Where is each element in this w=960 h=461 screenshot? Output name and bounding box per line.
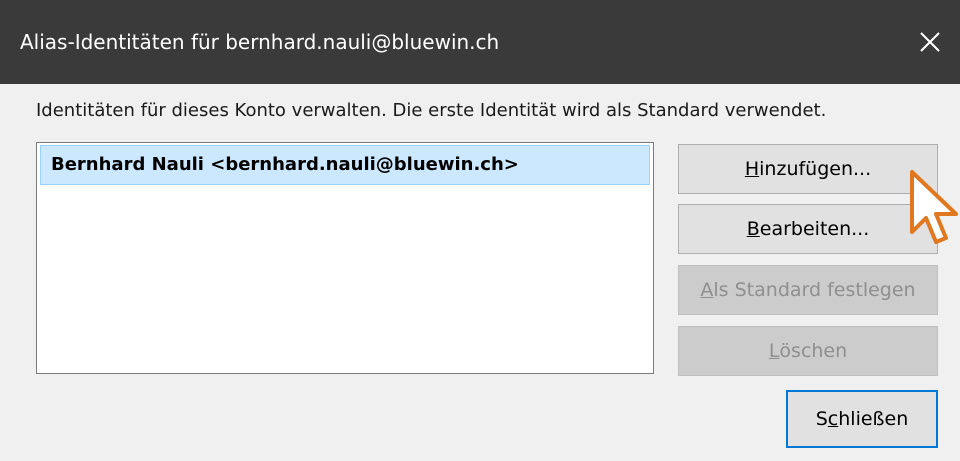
add-button[interactable]: Hinzufügen...: [678, 144, 938, 194]
delete-button[interactable]: Löschen: [678, 326, 938, 376]
window-title: Alias-Identitäten für bernhard.nauli@blu…: [20, 30, 500, 54]
add-button-accelerator: H: [744, 158, 760, 180]
edit-button-label: earbeiten...: [759, 218, 870, 240]
identity-label: Bernhard Nauli <bernhard.nauli@bluewin.c…: [51, 154, 519, 175]
set-default-button-accelerator: A: [700, 279, 714, 301]
description-text: Identitäten für dieses Konto verwalten. …: [36, 100, 827, 121]
edit-button-accelerator: B: [746, 218, 760, 240]
close-button[interactable]: [900, 0, 960, 84]
edit-button[interactable]: Bearbeiten...: [678, 204, 938, 254]
list-item-identity[interactable]: Bernhard Nauli <bernhard.nauli@bluewin.c…: [40, 145, 650, 185]
dialog-body: Identitäten für dieses Konto verwalten. …: [0, 84, 960, 461]
set-default-button[interactable]: Als Standard festlegen: [678, 265, 938, 315]
mouse-cursor-icon: [910, 170, 958, 244]
delete-button-label: öschen: [779, 340, 848, 362]
add-button-label: inzufügen...: [759, 158, 872, 180]
close-dialog-button-prefix: S: [815, 408, 828, 430]
delete-button-accelerator: L: [768, 340, 780, 362]
identity-list[interactable]: Bernhard Nauli <bernhard.nauli@bluewin.c…: [36, 142, 654, 374]
close-dialog-button-label: hließen: [838, 408, 909, 430]
close-dialog-button[interactable]: Sc hließen: [786, 390, 938, 448]
set-default-button-label: ls Standard festlegen: [713, 279, 916, 301]
close-dialog-button-accelerator: c: [827, 408, 839, 430]
close-icon: [920, 32, 940, 52]
title-bar: Alias-Identitäten für bernhard.nauli@blu…: [0, 0, 960, 84]
